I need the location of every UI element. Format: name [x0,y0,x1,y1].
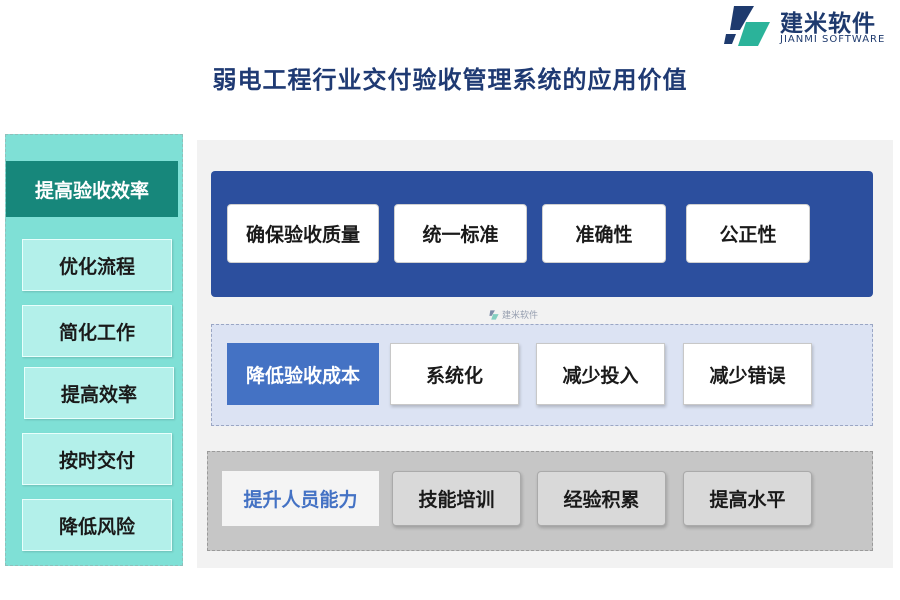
row2-item-reduce-investment: 减少投入 [536,343,665,405]
left-item-on-time-delivery: 按时交付 [22,433,172,485]
row2-item-reduce-errors: 减少错误 [683,343,812,405]
page-title: 弱电工程行业交付验收管理系统的应用价值 [212,66,688,94]
left-item-reduce-risk: 降低风险 [22,499,172,551]
row1-item-fairness: 公正性 [686,204,810,263]
row3-header: 提升人员能力 [222,471,379,526]
row1-item-ensure-quality: 确保验收质量 [227,204,379,263]
left-panel: 提高验收效率 优化流程 简化工作 提高效率 按时交付 降低风险 [5,134,183,566]
row3-item-skill-training: 技能培训 [392,471,521,526]
left-item-simplify-work: 简化工作 [22,305,172,357]
row1-item-unified-standard: 统一标准 [394,204,527,263]
left-item-optimize-process: 优化流程 [22,239,172,291]
row2-header: 降低验收成本 [227,343,379,405]
row2-item-systematize: 系统化 [390,343,519,405]
watermark-logo-icon [489,310,499,320]
row1-item-accuracy: 准确性 [542,204,666,263]
brand-logo: 建米软件 JIANMI SOFTWARE [724,4,896,48]
logo-mark-icon [724,6,770,46]
left-item-improve-efficiency: 提高效率 [24,367,174,419]
left-panel-header: 提高验收效率 [6,161,178,217]
row3-item-experience: 经验积累 [537,471,666,526]
logo-name-cn: 建米软件 [780,11,876,37]
row3-item-improve-level: 提高水平 [683,471,812,526]
watermark-text: 建米软件 [502,311,539,321]
logo-name-en: JIANMI SOFTWARE [780,34,886,45]
watermark: 建米软件 [488,308,548,324]
